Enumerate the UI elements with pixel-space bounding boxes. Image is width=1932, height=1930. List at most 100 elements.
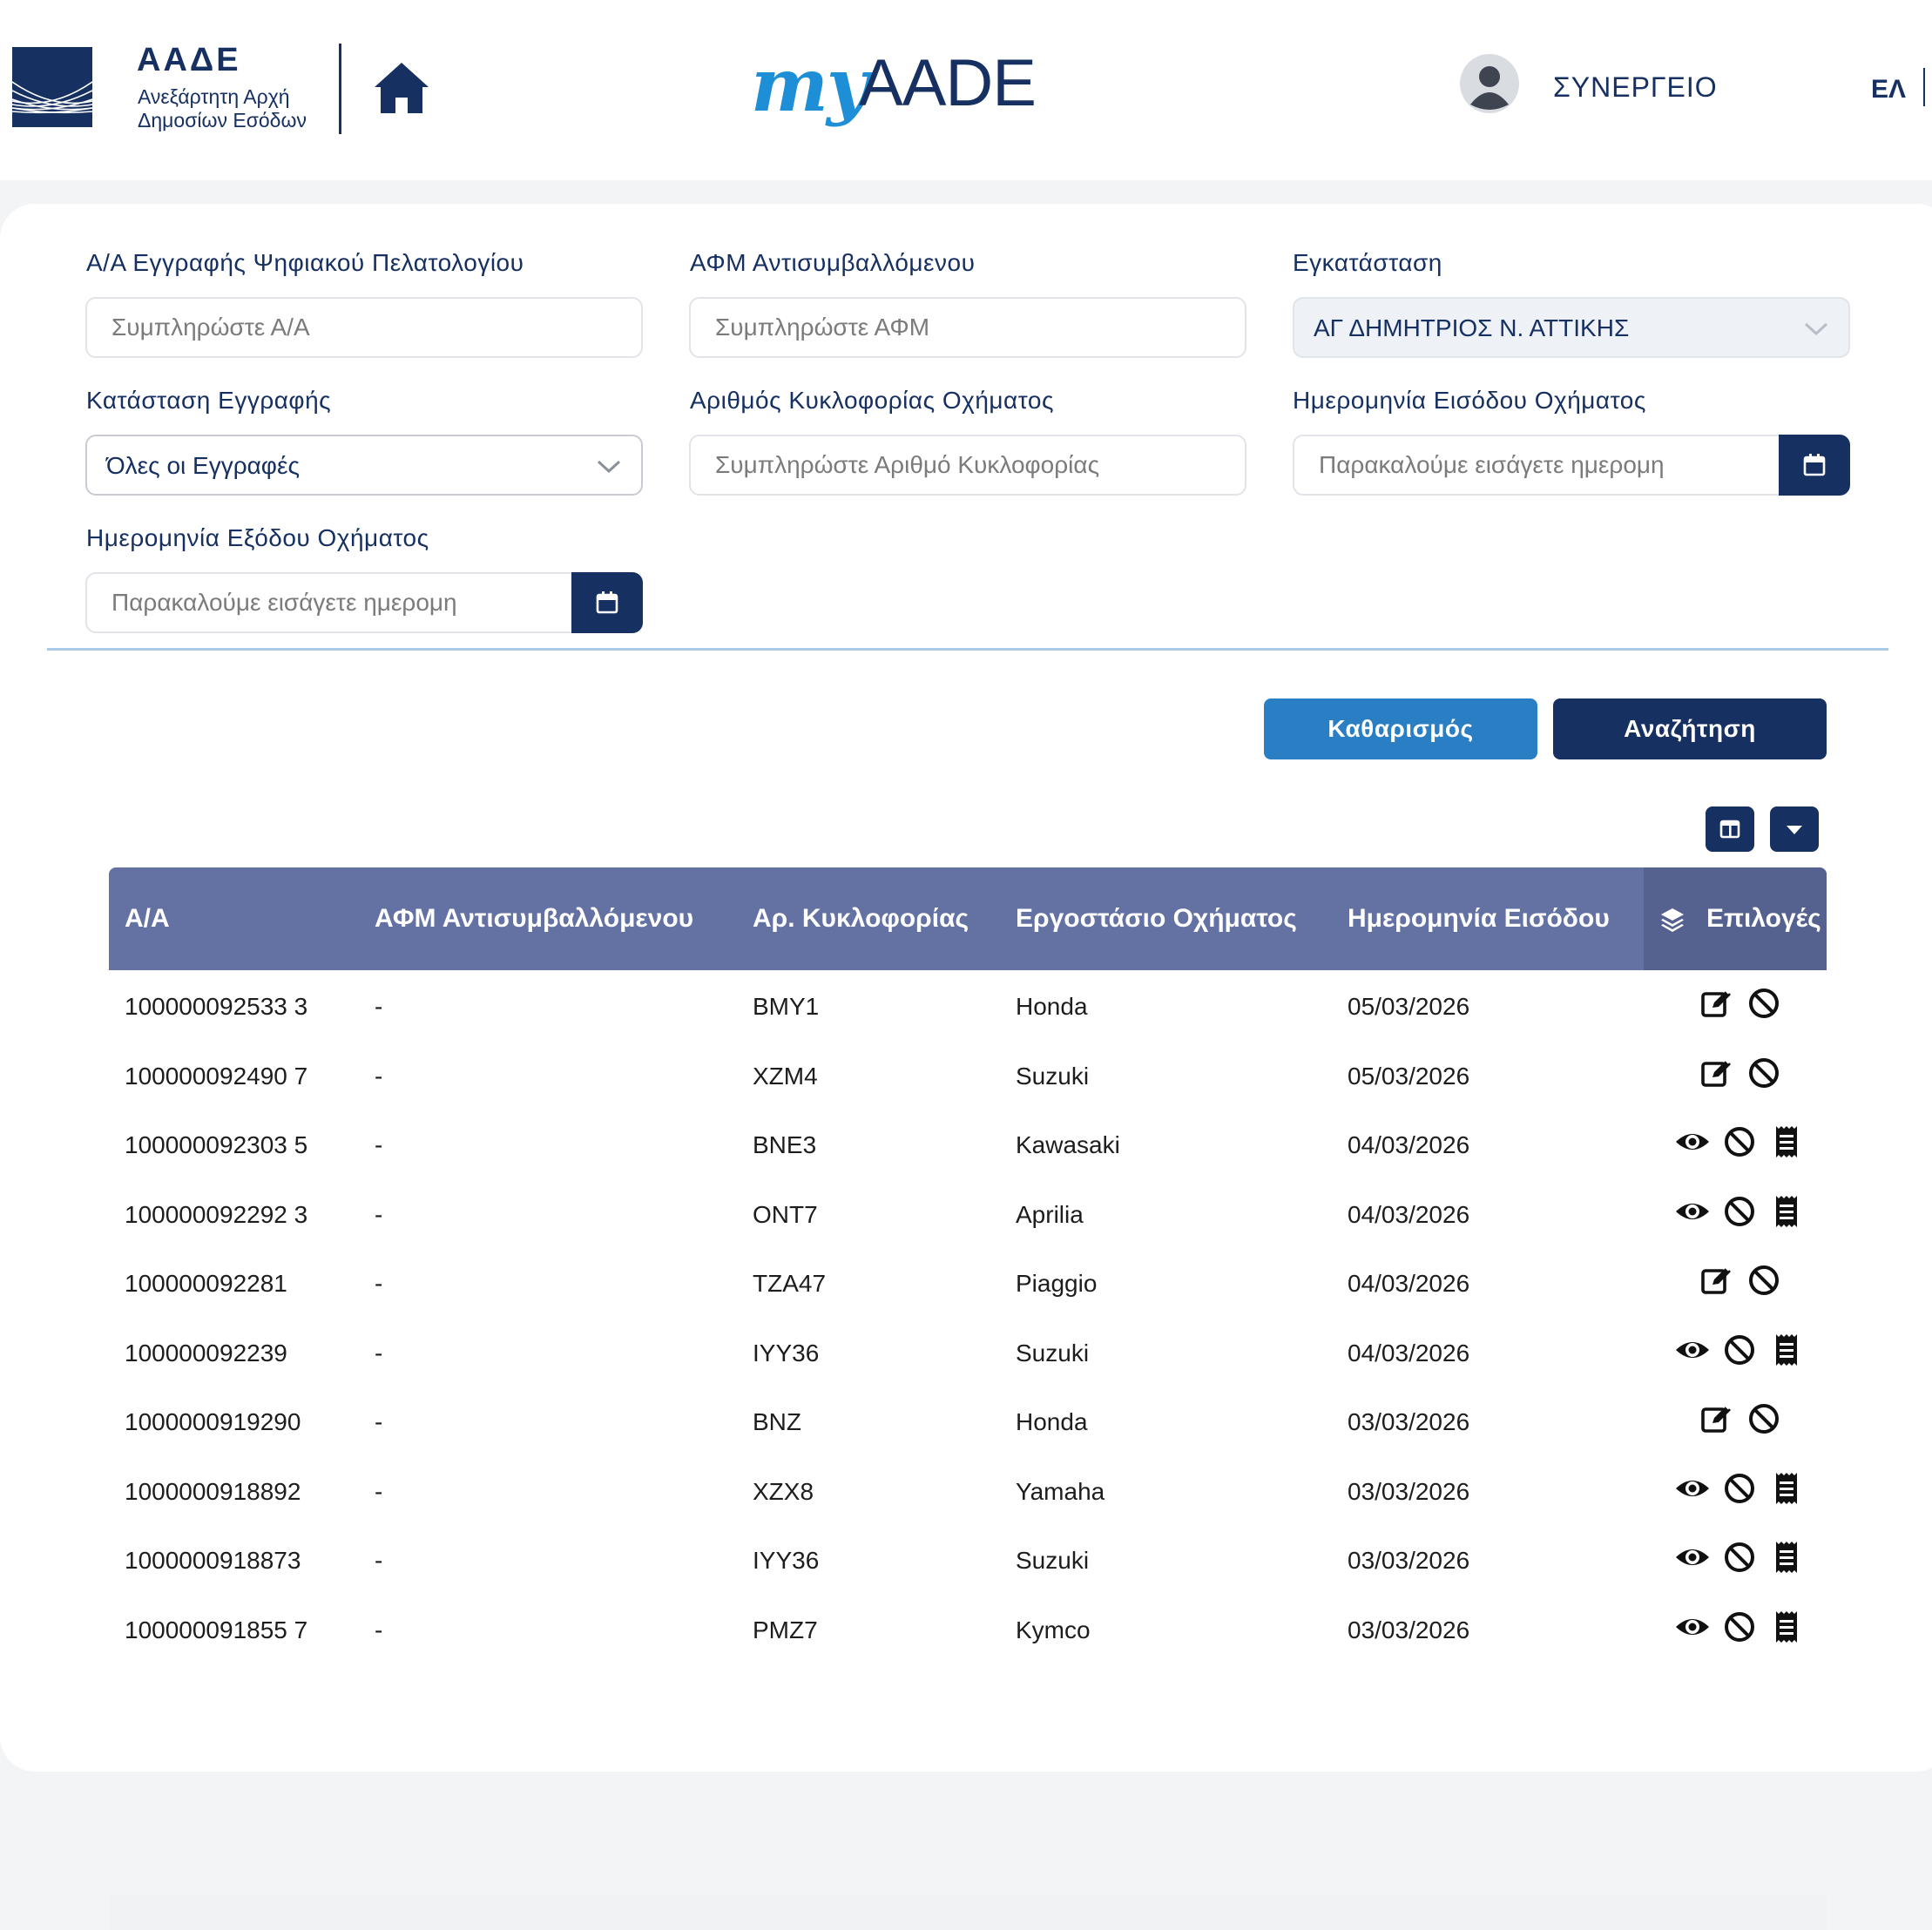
cell-afm: -	[375, 993, 383, 1020]
status-select[interactable]: Όλες οι Εγγραφές	[85, 435, 643, 496]
row-actions	[1642, 1471, 1828, 1509]
cell-plate: PMZ7	[753, 1616, 818, 1643]
cancel-icon[interactable]	[1746, 1263, 1781, 1298]
entry-date-picker-button[interactable]	[1779, 435, 1850, 496]
receipt-icon[interactable]	[1769, 1540, 1804, 1575]
aa-input[interactable]: Συμπληρώστε Α/Α	[85, 297, 643, 358]
cancel-icon[interactable]	[1722, 1471, 1757, 1506]
chevron-down-icon	[1804, 322, 1828, 336]
cell-plate: XZX8	[753, 1477, 814, 1505]
table-row: 100000092281 - TZA47 Piaggio 04/03/2026	[109, 1249, 1827, 1319]
installation-label: Εγκατάσταση	[1293, 249, 1442, 276]
cell-date: 03/03/2026	[1348, 1616, 1470, 1643]
cell-afm: -	[375, 1270, 383, 1297]
cell-make: Honda	[1016, 1408, 1088, 1435]
cancel-icon[interactable]	[1722, 1194, 1757, 1229]
search-button[interactable]: Αναζήτηση	[1553, 698, 1827, 759]
row-actions	[1642, 1540, 1828, 1578]
edit-icon[interactable]	[1699, 1055, 1734, 1090]
cancel-icon[interactable]	[1722, 1333, 1757, 1367]
cancel-icon[interactable]	[1722, 1124, 1757, 1159]
user-name[interactable]: ΣΥΝΕΡΓΕΙΟ	[1553, 71, 1718, 104]
cell-date: 05/03/2026	[1348, 1062, 1470, 1090]
cell-aa: 100000092281	[125, 1270, 287, 1297]
org-subtitle: Ανεξάρτητη Αρχή Δημοσίων Εσόδων	[138, 85, 307, 132]
exit-date-input[interactable]: Παρακαλούμε εισάγετε ημερομη	[85, 572, 575, 633]
chevron-down-icon	[597, 460, 621, 474]
receipt-icon[interactable]	[1769, 1333, 1804, 1367]
receipt-icon[interactable]	[1769, 1124, 1804, 1159]
exit-date-picker-button[interactable]	[571, 572, 643, 633]
columns-icon	[1719, 820, 1740, 839]
cell-plate: BNZ	[753, 1408, 801, 1435]
cell-afm: -	[375, 1408, 383, 1435]
cell-date: 05/03/2026	[1348, 993, 1470, 1020]
row-actions	[1642, 985, 1828, 1024]
eye-icon[interactable]	[1675, 1124, 1710, 1159]
row-actions	[1642, 1400, 1828, 1440]
home-icon[interactable]	[373, 61, 430, 115]
cancel-icon[interactable]	[1722, 1540, 1757, 1575]
eye-icon[interactable]	[1675, 1194, 1710, 1229]
cell-make: Kawasaki	[1016, 1131, 1120, 1158]
results-table: Α/Α ΑΦΜ Αντισυμβαλλόμενου Αρ. Κυκλοφορία…	[109, 867, 1828, 1930]
cell-plate: BNE3	[753, 1131, 817, 1158]
org-name: ΑΑΔΕ	[137, 42, 241, 78]
edit-icon[interactable]	[1699, 1262, 1734, 1298]
afm-input[interactable]: Συμπληρώστε ΑΦΜ	[689, 297, 1246, 358]
receipt-icon[interactable]	[1769, 1471, 1804, 1506]
col-header-aa[interactable]: Α/Α	[125, 904, 170, 934]
cell-aa: 100000092303 5	[125, 1131, 308, 1158]
search-card: Α/Α Εγγραφής Ψηφιακού Πελατολογίου Συμπλ…	[0, 204, 1932, 1930]
caret-down-icon	[1787, 826, 1802, 834]
plate-input[interactable]: Συμπληρώστε Αριθμό Κυκλοφορίας	[689, 435, 1246, 496]
eye-icon[interactable]	[1675, 1471, 1710, 1506]
edit-icon[interactable]	[1699, 1400, 1734, 1436]
col-header-date[interactable]: Ημερομηνία Εισόδου	[1348, 904, 1610, 934]
brand-my: my	[751, 42, 869, 128]
calendar-icon	[1803, 454, 1826, 476]
cancel-icon[interactable]	[1746, 986, 1781, 1021]
brand-aade: AADE	[859, 46, 1037, 120]
columns-toggle-button[interactable]	[1706, 806, 1754, 852]
cell-aa: 100000092239	[125, 1339, 287, 1367]
edit-icon[interactable]	[1699, 985, 1734, 1021]
receipt-icon[interactable]	[1769, 1194, 1804, 1229]
cancel-icon[interactable]	[1746, 1056, 1781, 1090]
table-header: Α/Α ΑΦΜ Αντισυμβαλλόμενου Αρ. Κυκλοφορία…	[109, 867, 1827, 970]
table-row: 1000000919290 - BNZ Honda 03/03/2026	[109, 1387, 1827, 1457]
eye-icon[interactable]	[1675, 1333, 1710, 1367]
receipt-icon[interactable]	[1769, 1609, 1804, 1644]
cell-aa: 100000092533 3	[125, 993, 308, 1020]
col-header-afm[interactable]: ΑΦΜ Αντισυμβαλλόμενου	[375, 904, 693, 934]
layers-icon	[1661, 908, 1684, 932]
eye-icon[interactable]	[1675, 1540, 1710, 1575]
cell-afm: -	[375, 1131, 383, 1158]
installation-select: ΑΓ ΔΗΜΗΤΡΙΟΣ Ν. ΑΤΤΙΚΗΣ	[1293, 297, 1850, 358]
table-row: 100000092490 7 - XZM4 Suzuki 05/03/2026	[109, 1042, 1827, 1111]
cell-aa: 1000000919290	[125, 1408, 301, 1435]
cell-aa: 100000091855 7	[125, 1616, 308, 1643]
eye-icon[interactable]	[1675, 1609, 1710, 1644]
cell-make: Honda	[1016, 993, 1088, 1020]
col-header-make[interactable]: Εργοστάσιο Οχήματος	[1016, 904, 1297, 934]
cell-make: Kymco	[1016, 1616, 1091, 1643]
col-header-plate[interactable]: Αρ. Κυκλοφορίας	[753, 904, 969, 934]
org-subtitle-line1: Ανεξάρτητη Αρχή	[138, 85, 290, 108]
clear-button[interactable]: Καθαρισμός	[1264, 698, 1537, 759]
cell-afm: -	[375, 1339, 383, 1367]
cell-make: Suzuki	[1016, 1062, 1090, 1090]
cancel-icon[interactable]	[1746, 1401, 1781, 1436]
myaade-logo[interactable]: my AADE	[751, 42, 1037, 155]
cell-afm: -	[375, 1477, 383, 1505]
cell-date: 04/03/2026	[1348, 1200, 1470, 1228]
entry-date-input[interactable]: Παρακαλούμε εισάγετε ημερομη	[1293, 435, 1782, 496]
table-row: 1000000918892 - XZX8 Yamaha 03/03/2026	[109, 1457, 1827, 1527]
exit-date-label: Ημερομηνία Εξόδου Οχήματος	[86, 524, 429, 551]
cell-make: Suzuki	[1016, 1547, 1090, 1574]
plate-label: Αριθμός Κυκλοφορίας Οχήματος	[690, 387, 1054, 414]
user-avatar-icon[interactable]	[1460, 54, 1519, 113]
export-dropdown-button[interactable]	[1770, 806, 1819, 852]
language-selector[interactable]: ΕΛ	[1871, 75, 1906, 105]
cancel-icon[interactable]	[1722, 1609, 1757, 1644]
